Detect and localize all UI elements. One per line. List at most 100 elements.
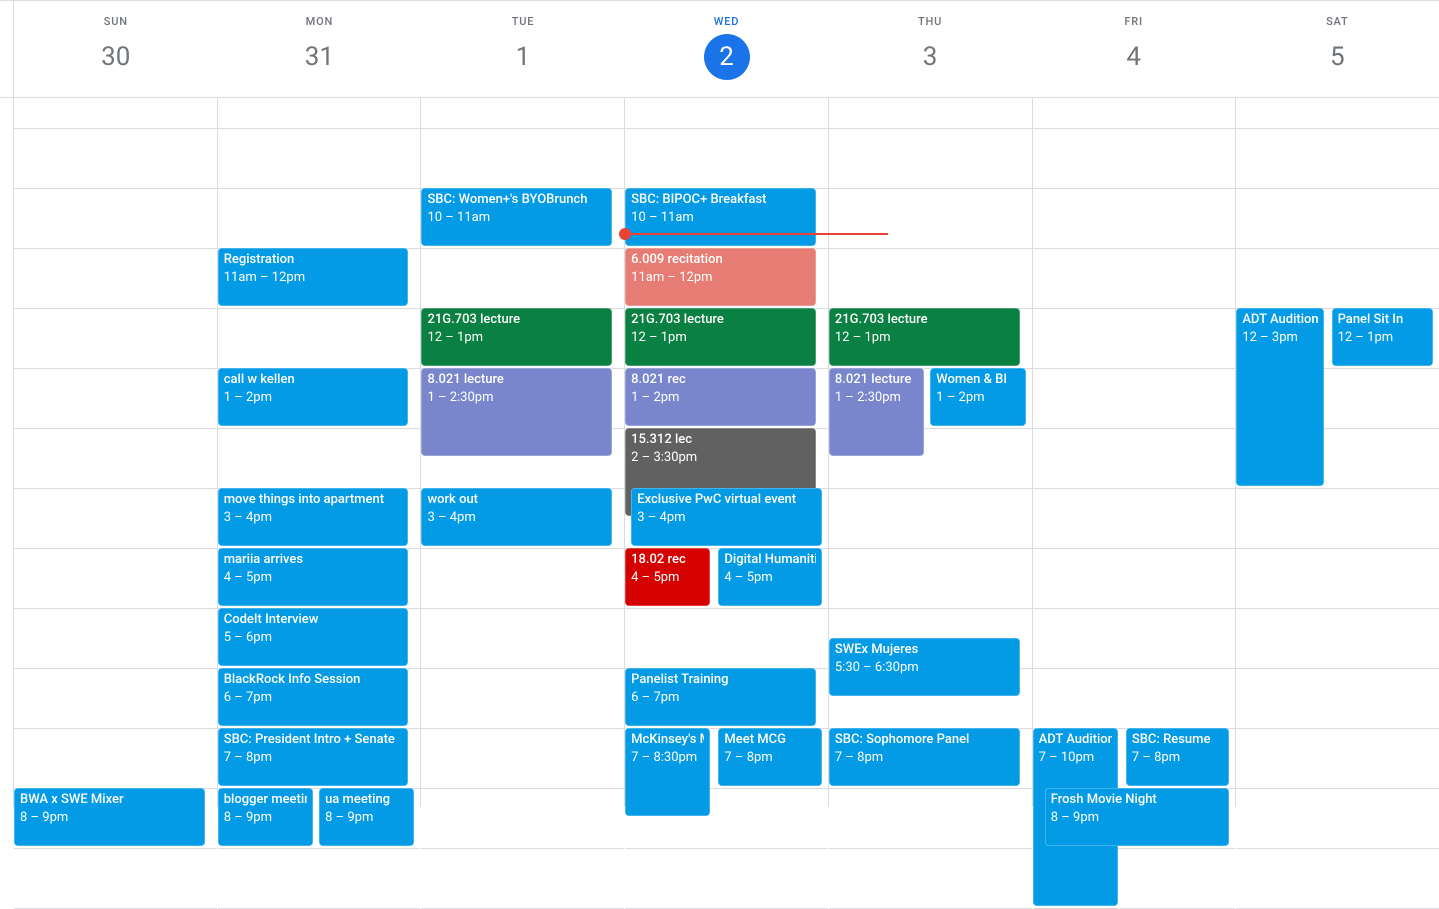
event-title: Panelist Training: [631, 671, 810, 689]
hour-line: [1236, 488, 1439, 489]
event-time: 1 – 2pm: [631, 389, 810, 407]
event-title: 8.021 rec: [631, 371, 810, 389]
day-column[interactable]: 21G.703 lecture12 – 1pm8.021 lecture1 – …: [829, 98, 1033, 807]
day-number[interactable]: 4: [1111, 34, 1157, 80]
hour-line: [421, 608, 624, 609]
calendar-event[interactable]: 21G.703 lecture12 – 1pm: [421, 308, 612, 366]
hour-line: [14, 548, 217, 549]
calendar-event[interactable]: Panel Sit In12 – 1pm: [1332, 308, 1433, 366]
calendar-event[interactable]: SBC: Sophomore Panel7 – 8pm: [829, 728, 1020, 786]
day-header[interactable]: SAT 5: [1235, 1, 1439, 97]
calendar-event[interactable]: 8.021 rec1 – 2pm: [625, 368, 816, 426]
calendar-event[interactable]: 21G.703 lecture12 – 1pm: [829, 308, 1020, 366]
calendar-event[interactable]: Registration11am – 12pm: [218, 248, 409, 306]
calendar-event[interactable]: call w kellen1 – 2pm: [218, 368, 409, 426]
event-time: 1 – 2:30pm: [427, 389, 606, 407]
hour-line: [421, 668, 624, 669]
calendar-event[interactable]: 18.02 rec4 – 5pm: [625, 548, 710, 606]
day-number[interactable]: 2: [704, 34, 750, 80]
calendar-event[interactable]: CodeIt Interview5 – 6pm: [218, 608, 409, 666]
event-title: Panel Sit In: [1338, 311, 1427, 329]
day-number[interactable]: 1: [500, 34, 546, 80]
day-abbr: TUE: [421, 15, 625, 28]
day-column[interactable]: ADT Auditions7 – 10pm SBC: Resume7 – 8pm F…: [1033, 98, 1237, 807]
event-title: 8.021 lecture: [835, 371, 918, 389]
event-title: CodeIt Interview: [224, 611, 403, 629]
calendar-event[interactable]: SBC: Women+'s BYOBrunch10 – 11am: [421, 188, 612, 246]
calendar-event[interactable]: BlackRock Info Session6 – 7pm: [218, 668, 409, 726]
day-header[interactable]: TUE 1: [421, 1, 625, 97]
event-title: Frosh Movie Night: [1051, 791, 1224, 809]
calendar-event[interactable]: SBC: President Intro + Senate7 – 8pm: [218, 728, 409, 786]
event-time: 7 – 8pm: [1132, 749, 1223, 767]
calendar-event[interactable]: 8.021 lecture1 – 2:30pm: [829, 368, 924, 456]
hour-line: [1033, 128, 1236, 129]
hour-line: [1033, 488, 1236, 489]
day-number[interactable]: 5: [1314, 34, 1360, 80]
day-header[interactable]: THU 3: [828, 1, 1032, 97]
day-column[interactable]: Registration11am – 12pm call w kellen1 – …: [218, 98, 422, 807]
event-time: 7 – 10pm: [1039, 749, 1112, 767]
event-time: 12 – 3pm: [1242, 329, 1317, 347]
calendar-event[interactable]: SBC: BIPOC+ Breakfast10 – 11am: [625, 188, 816, 246]
calendar-event[interactable]: move things into apartment3 – 4pm: [218, 488, 409, 546]
calendar-event[interactable]: ua meeting8 – 9pm: [319, 788, 414, 846]
calendar-event[interactable]: mariia arrives4 – 5pm: [218, 548, 409, 606]
event-time: 12 – 1pm: [631, 329, 810, 347]
calendar-event[interactable]: Women & BI1 – 2pm: [930, 368, 1025, 426]
day-number[interactable]: 3: [907, 34, 953, 80]
event-title: ADT Auditions: [1039, 731, 1112, 749]
calendar-event[interactable]: BWA x SWE Mixer8 – 9pm: [14, 788, 205, 846]
hour-line: [1033, 548, 1236, 549]
calendar-event[interactable]: Digital Humanities4 – 5pm: [718, 548, 821, 606]
calendar-event[interactable]: work out3 – 4pm: [421, 488, 612, 546]
day-column[interactable]: SBC: Women+'s BYOBrunch10 – 11am 21G.703 …: [421, 98, 625, 807]
calendar-event[interactable]: Frosh Movie Night8 – 9pm: [1045, 788, 1230, 846]
hour-line: [1236, 128, 1439, 129]
hour-line: [1236, 248, 1439, 249]
calendar-event[interactable]: Panelist Training6 – 7pm: [625, 668, 816, 726]
day-column[interactable]: ADT Auditions12 – 3pmPanel Sit In12 – 1p…: [1236, 98, 1439, 807]
day-header[interactable]: WED2: [625, 1, 829, 97]
hour-line: [829, 608, 1032, 609]
event-time: 1 – 2pm: [936, 389, 1019, 407]
hour-line: [625, 128, 828, 129]
calendar-event[interactable]: Meet MCG7 – 8pm: [718, 728, 821, 786]
calendar-event[interactable]: ADT Auditions12 – 3pm: [1236, 308, 1323, 486]
day-abbr: SAT: [1235, 15, 1439, 28]
event-time: 7 – 8:30pm: [631, 749, 704, 767]
calendar-event[interactable]: blogger meeting8 – 9pm: [218, 788, 313, 846]
hour-line: [14, 308, 217, 309]
hour-line: [421, 728, 624, 729]
calendar-event[interactable]: 8.021 lecture1 – 2:30pm: [421, 368, 612, 456]
calendar-event[interactable]: SBC: Resume7 – 8pm: [1126, 728, 1229, 786]
event-time: 7 – 8pm: [224, 749, 403, 767]
event-title: 21G.703 lecture: [427, 311, 606, 329]
hour-line: [14, 848, 217, 849]
calendar-event[interactable]: Exclusive PwC virtual event3 – 4pm: [631, 488, 822, 546]
day-abbr: THU: [828, 15, 1032, 28]
event-time: 12 – 1pm: [1338, 329, 1427, 347]
day-abbr: MON: [218, 15, 422, 28]
day-header[interactable]: SUN 30: [14, 1, 218, 97]
hour-line: [829, 548, 1032, 549]
day-number[interactable]: 31: [296, 34, 342, 80]
day-column[interactable]: SBC: BIPOC+ Breakfast10 – 11am6.009 reci…: [625, 98, 829, 807]
event-time: 8 – 9pm: [1051, 809, 1224, 827]
event-time: 7 – 8pm: [835, 749, 1014, 767]
calendar-event[interactable]: McKinsey's Marketing & Sales Practice Se…: [625, 728, 710, 816]
hour-line: [1033, 608, 1236, 609]
now-indicator: [625, 233, 888, 235]
day-number[interactable]: 30: [93, 34, 139, 80]
calendar-event[interactable]: 6.009 recitation11am – 12pm: [625, 248, 816, 306]
hour-line: [829, 488, 1032, 489]
day-header[interactable]: FRI4: [1032, 1, 1236, 97]
calendar-event[interactable]: 21G.703 lecture12 – 1pm: [625, 308, 816, 366]
event-title: Exclusive PwC virtual event: [637, 491, 816, 509]
event-title: 21G.703 lecture: [631, 311, 810, 329]
day-header[interactable]: MON 31: [218, 1, 422, 97]
calendar-event[interactable]: SWEx Mujeres5:30 – 6:30pm: [829, 638, 1020, 696]
day-abbr: SUN: [14, 15, 218, 28]
event-time: 8 – 9pm: [325, 809, 408, 827]
day-column[interactable]: BWA x SWE Mixer8 – 9pm: [14, 98, 218, 807]
